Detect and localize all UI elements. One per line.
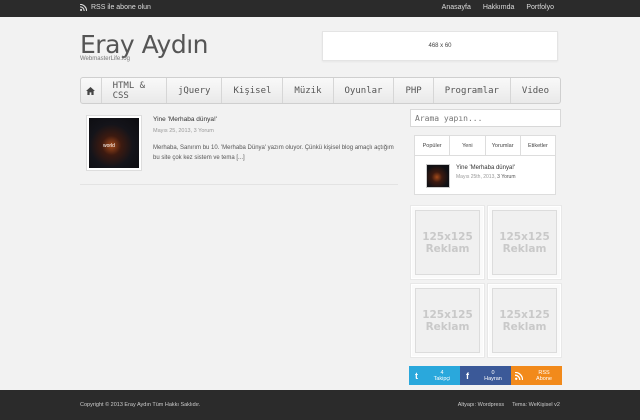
- post-excerpt: Merhaba, Sanırım bu 10. 'Merhaba Dünya' …: [153, 145, 394, 161]
- rss-icon: [511, 366, 526, 385]
- ad-label: Reklam: [425, 320, 470, 333]
- post-divider: [80, 184, 398, 185]
- social-counters: t 4 Takipçi f 0 Hayran RSS Abone: [409, 366, 562, 385]
- top-bar: RSS ile abone olun Anasayfa Hakkımda Por…: [0, 0, 640, 17]
- widget-post-comments: 3 Yorum: [497, 174, 516, 180]
- facebook-counter: 0 Hayran: [475, 370, 511, 382]
- main-nav: HTML & CSS jQuery Kişisel Müzik Oyunlar …: [80, 77, 561, 104]
- thumbnail-text: world: [103, 143, 115, 149]
- ad-slot-3[interactable]: 125x125 Reklam: [412, 285, 483, 356]
- header-banner-ad[interactable]: 468 x 60: [322, 31, 558, 61]
- widget-post-meta: Mayıs 25th, 2013, 3 Yorum: [456, 174, 516, 180]
- footer-copyright: Copyright © 2013 Eray Aydın Tüm Hakkı Sa…: [80, 402, 201, 408]
- nav-item-php[interactable]: PHP: [394, 78, 434, 103]
- top-nav-about[interactable]: Hakkımda: [483, 4, 515, 11]
- tabbed-widget: Popüler Yeni Yorumlar Etiketler Yine 'Me…: [414, 135, 556, 195]
- top-nav-home[interactable]: Anasayfa: [442, 4, 471, 11]
- site-tagline: WebmasterLife.log: [80, 56, 130, 62]
- top-nav-portfolio[interactable]: Portfolyo: [526, 4, 554, 11]
- nav-item-oyunlar[interactable]: Oyunlar: [334, 78, 395, 103]
- ad-slot-4[interactable]: 125x125 Reklam: [489, 285, 560, 356]
- widget-post-title[interactable]: Yine 'Merhaba dünya!': [456, 165, 515, 171]
- ad-size: 125x125: [422, 230, 473, 243]
- rss-subscribe-link[interactable]: RSS ile abone olun: [80, 4, 151, 11]
- rss-counter: RSS Abone: [526, 370, 562, 382]
- facebook-button[interactable]: f 0 Hayran: [460, 366, 511, 385]
- post-thumbnail-image: world: [89, 118, 139, 168]
- ad-slot-2[interactable]: 125x125 Reklam: [489, 207, 560, 278]
- post-title-link[interactable]: Yine 'Merhaba dünya!': [153, 116, 217, 123]
- site-logo[interactable]: Eray Aydın: [80, 30, 209, 59]
- rss-label: Abone: [536, 375, 552, 382]
- tab-tags[interactable]: Etiketler: [521, 136, 555, 155]
- nav-home-button[interactable]: [81, 78, 102, 103]
- widget-tabs: Popüler Yeni Yorumlar Etiketler: [415, 136, 555, 156]
- nav-item-programlar[interactable]: Programlar: [434, 78, 511, 103]
- twitter-label: Takipçi: [433, 375, 451, 382]
- nav-item-video[interactable]: Video: [511, 78, 560, 103]
- rss-icon: [80, 4, 87, 11]
- nav-item-kisisel[interactable]: Kişisel: [222, 78, 284, 103]
- nav-item-jquery[interactable]: jQuery: [167, 78, 223, 103]
- ad-size: 125x125: [422, 308, 473, 321]
- ad-label: Reklam: [502, 320, 547, 333]
- tab-comments[interactable]: Yorumlar: [486, 136, 521, 155]
- footer: Copyright © 2013 Eray Aydın Tüm Hakkı Sa…: [0, 390, 640, 420]
- twitter-button[interactable]: t 4 Takipçi: [409, 366, 460, 385]
- top-nav: Anasayfa Hakkımda Portfolyo: [442, 4, 554, 11]
- ad-size: 125x125: [499, 230, 550, 243]
- ad-label: Reklam: [425, 242, 470, 255]
- banner-size-label: 468 x 60: [428, 43, 452, 49]
- twitter-counter: 4 Takipçi: [424, 370, 460, 382]
- footer-credits: Altyapı: Wordpress Tema: WeKişisel v2: [458, 402, 560, 408]
- nav-item-muzik[interactable]: Müzik: [283, 78, 334, 103]
- nav-item-html-css[interactable]: HTML & CSS: [102, 78, 167, 103]
- facebook-icon: f: [466, 370, 469, 381]
- twitter-icon: t: [415, 370, 418, 381]
- widget-post-thumbnail[interactable]: [426, 164, 450, 188]
- tab-popular[interactable]: Popüler: [415, 136, 451, 155]
- widget-post-date: Mayıs 25th, 2013,: [456, 174, 496, 180]
- rss-button[interactable]: RSS Abone: [511, 366, 562, 385]
- footer-theme[interactable]: Tema: WeKişisel v2: [512, 402, 560, 408]
- footer-powered[interactable]: Altyapı: Wordpress: [458, 402, 504, 408]
- post-thumbnail[interactable]: world: [86, 115, 142, 171]
- facebook-label: Hayran: [484, 375, 502, 382]
- tab-new[interactable]: Yeni: [450, 136, 486, 155]
- post-meta: Mayıs 25, 2013, 3 Yorum: [153, 128, 214, 134]
- ad-slot-1[interactable]: 125x125 Reklam: [412, 207, 483, 278]
- search-input[interactable]: [410, 109, 561, 127]
- ad-size: 125x125: [499, 308, 550, 321]
- ad-label: Reklam: [502, 242, 547, 255]
- home-icon: [86, 86, 96, 95]
- rss-label: RSS ile abone olun: [91, 4, 151, 11]
